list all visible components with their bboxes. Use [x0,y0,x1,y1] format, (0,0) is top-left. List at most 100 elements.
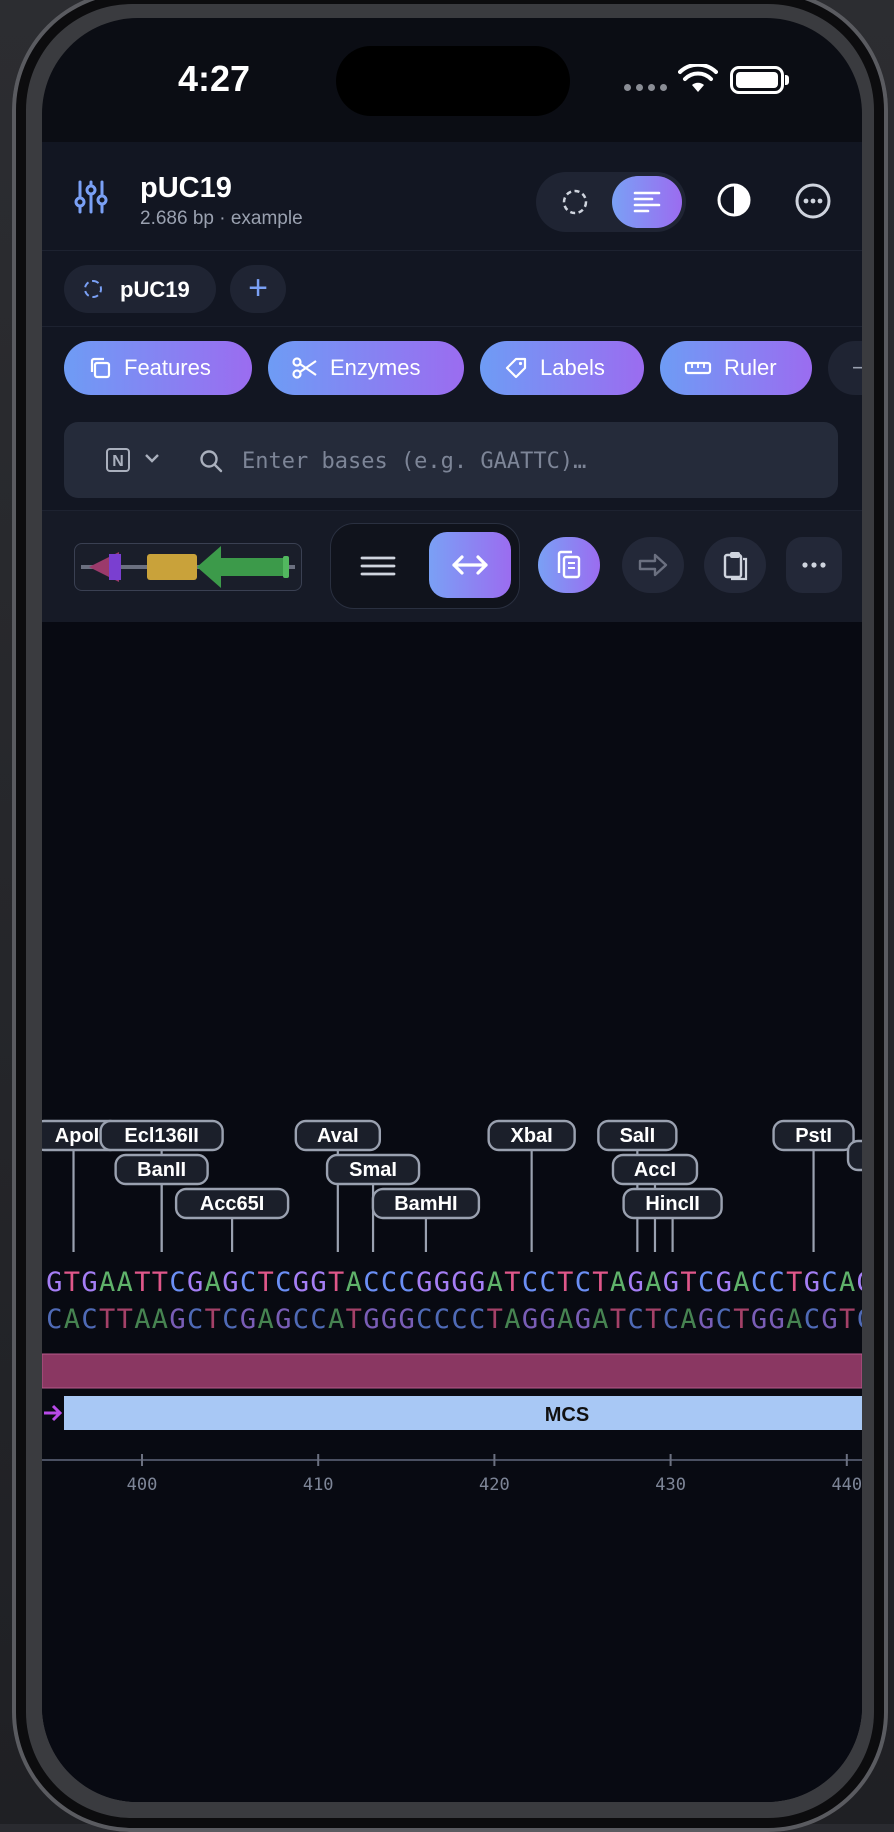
enzyme-label: AccI [634,1159,676,1181]
top-strand-base: G [310,1267,326,1298]
clipboard-icon [723,552,748,581]
bottom-strand-base: A [557,1304,573,1335]
enzyme-label: BamHI [394,1193,457,1215]
top-strand-base: T [64,1267,80,1298]
go-forward-button[interactable] [622,537,684,593]
minimap-graphic [81,546,295,588]
bottom-strand-base: G [275,1304,291,1335]
enzyme-label: XbaI [511,1125,553,1147]
bottom-strand-base: A [328,1304,344,1335]
copy-icon [90,357,111,379]
bottom-strand-base: T [346,1304,362,1335]
top-strand-base: C [169,1267,185,1298]
layer-chips: Features Enzymes Labels Ruler − [42,326,862,411]
top-strand-base: G [187,1267,203,1298]
enzyme-label: Ecl136II [124,1125,199,1147]
app: pUC19 2.686 bp · example pUC19 + Feature… [42,142,862,1802]
bottom-strand-base: G [522,1304,538,1335]
sequence-mode-icon[interactable]: N [106,448,130,472]
bottom-strand-base: T [733,1304,749,1335]
bottom-strand-base: A [258,1304,274,1335]
sequence-viewer[interactable]: ApoI Ecl136II BanII Acc65I AvaI SmaI BamHI XbaI… [42,622,862,1802]
sliders-icon[interactable] [72,178,110,216]
linear-view-button[interactable] [612,176,682,228]
bottom-strand-base: C [628,1304,644,1335]
bottom-strand-base: A [64,1304,80,1335]
chip-label: Ruler [724,355,777,380]
enzyme-label: SmaI [349,1159,397,1181]
top-strand-base: G [716,1267,732,1298]
enzyme-label: Acc65I [200,1193,265,1215]
bottom-strand-base: C [187,1304,203,1335]
enzyme-label: BanII [137,1159,186,1181]
feature-label-mcs: MCS [545,1404,589,1426]
bottom-strand-base: C [663,1304,679,1335]
bottom-strand-base: A [504,1304,520,1335]
wrap-lines-button[interactable] [341,534,415,598]
paste-button[interactable] [704,537,766,593]
chip-ruler[interactable]: Ruler [660,341,812,395]
ruler-tick-label: 400 [127,1475,158,1495]
circular-plasmid-icon [84,280,102,298]
ruler-icon [684,361,712,375]
bottom-strand-base: G [169,1304,185,1335]
chip-label: Labels [540,355,605,380]
chip-label: Enzymes [330,355,421,380]
add-tab-button[interactable]: + [230,265,286,313]
wrap-mode-toggle [330,523,520,609]
bottom-strand-base: G [240,1304,256,1335]
tab-label: pUC19 [120,277,190,302]
scissors-icon [292,357,317,379]
bottom-strand-base: A [680,1304,696,1335]
top-strand-base: C [522,1267,538,1298]
chip-label: Features [124,355,211,380]
contrast-icon[interactable] [716,182,752,218]
circular-view-button[interactable] [540,176,610,228]
enzyme-label: PstI [795,1125,832,1147]
more-options-icon[interactable] [794,182,832,220]
bottom-strand-base: G [363,1304,379,1335]
toolbar-more-button[interactable] [786,537,842,593]
copy-sequence-button[interactable] [538,537,600,593]
bottom-strand-base: C [716,1304,732,1335]
battery-nub [785,75,789,85]
top-strand-base: A [645,1267,661,1298]
single-line-button[interactable] [429,532,511,598]
top-strand-base: C [698,1267,714,1298]
chip-features[interactable]: Features [64,341,252,395]
top-strand-base: C [769,1267,785,1298]
sequence-search-input[interactable] [240,440,824,482]
tab-puc19[interactable]: pUC19 [64,265,216,313]
top-strand-base: G [434,1267,450,1298]
dynamic-island [336,46,570,116]
ellipsis-icon [802,562,826,568]
top-strand-base: G [416,1267,432,1298]
chip-enzymes[interactable]: Enzymes [268,341,464,395]
top-strand-base: T [152,1267,168,1298]
bottom-strand-base: C [469,1304,485,1335]
top-strand-base: A [117,1267,133,1298]
feature-bar-lacz [42,1353,862,1389]
chip-more[interactable]: − [828,341,862,395]
top-strand-base: C [398,1267,414,1298]
enzyme-label: SalI [620,1125,656,1147]
bottom-strand-base: G [398,1304,414,1335]
chip-labels[interactable]: Labels [480,341,644,395]
chevron-down-icon[interactable] [144,452,160,464]
ruler-tick-label: 410 [303,1475,334,1495]
top-strand-base: C [363,1267,379,1298]
bottom-strand-base: C [310,1304,326,1335]
top-strand-base: G [469,1267,485,1298]
bottom-strand-base: G [575,1304,591,1335]
top-strand-base: C [821,1267,837,1298]
arrow-right-icon [638,553,668,577]
top-strand-base: C [575,1267,591,1298]
bottom-strand-base: A [592,1304,608,1335]
header: pUC19 2.686 bp · example [42,142,862,250]
top-strand-base: T [592,1267,608,1298]
bottom-strand-base: C [804,1304,820,1335]
bottom-strand-base: T [487,1304,503,1335]
ruler-tick-label: 420 [479,1475,510,1495]
top-strand-base: G [804,1267,820,1298]
minimap[interactable] [74,543,302,591]
